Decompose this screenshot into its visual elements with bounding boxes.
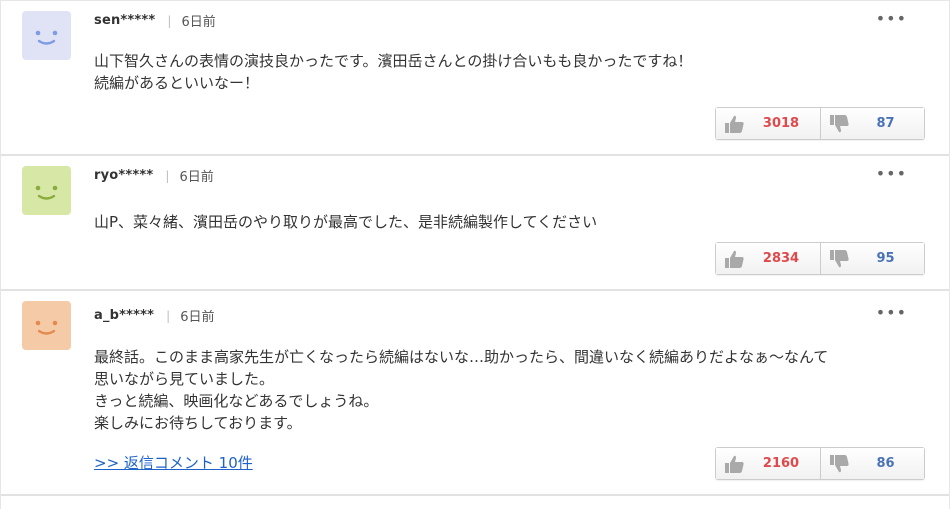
dislike-count: 87 [876, 116, 895, 131]
comment-header: sen***** | 6日前 [94, 11, 216, 30]
like-button[interactable]: 3018 [716, 108, 820, 139]
like-count: 3018 [762, 116, 800, 131]
more-options-icon[interactable]: ••• [876, 11, 907, 27]
header-separator: | [165, 168, 170, 183]
comment-text-line: 山下智久さんの表情の演技良かったです。濱田岳さんとの掛け合いもも良かったですね！ [94, 52, 693, 70]
avatar [22, 301, 71, 350]
comment-list: sen***** | 6日前 ••• 山下智久さんの表情の演技良かったです。濱田… [0, 0, 950, 509]
timestamp: 6日前 [180, 310, 215, 325]
like-count: 2834 [762, 251, 800, 266]
comment-text-line: 山P、菜々緒、濱田岳のやり取りが最高でした、是非続編製作してください [94, 213, 598, 231]
comment-text-line: きっと続編、映画化などあるでしょうね。 [94, 392, 379, 410]
like-button[interactable]: 2160 [716, 448, 820, 479]
comment-text-line: 思いながら見ていました。 [94, 370, 275, 388]
dislike-count: 95 [876, 251, 895, 266]
vote-buttons: 2160 86 [715, 447, 925, 480]
comment-item: sen***** | 6日前 ••• 山下智久さんの表情の演技良かったです。濱田… [1, 1, 949, 156]
timestamp: 6日前 [181, 15, 216, 30]
comment-body: 山P、菜々緒、濱田岳のやり取りが最高でした、是非続編製作してください [94, 211, 929, 233]
comment-text-line: 楽しみにお待ちしております。 [94, 414, 302, 432]
like-button[interactable]: 2834 [716, 243, 820, 274]
reply-comments-link[interactable]: >> 返信コメント 10件 [94, 452, 253, 473]
username[interactable]: a_b***** [94, 308, 154, 323]
header-separator: | [166, 308, 171, 323]
dislike-button[interactable]: 95 [820, 243, 924, 274]
avatar [22, 166, 71, 215]
vote-buttons: 2834 95 [715, 242, 925, 275]
header-separator: | [167, 13, 172, 28]
comment-header: ryo***** | 6日前 [94, 166, 214, 185]
more-options-icon[interactable]: ••• [876, 166, 907, 182]
comment-body: 山下智久さんの表情の演技良かったです。濱田岳さんとの掛け合いもも良かったですね！… [94, 50, 929, 94]
comment-text-line: 続編があるといいなー！ [94, 74, 260, 92]
comment-body: 最終話。このまま高家先生が亡くなったら続編はないな…助かったら、間違いなく続編あ… [94, 346, 929, 434]
dislike-count: 86 [876, 456, 895, 471]
dislike-button[interactable]: 87 [820, 108, 924, 139]
more-options-icon[interactable]: ••• [876, 305, 907, 321]
comment-text-line: 最終話。このまま高家先生が亡くなったら続編はないな…助かったら、間違いなく続編あ… [94, 348, 829, 366]
dislike-button[interactable]: 86 [820, 448, 924, 479]
username[interactable]: sen***** [94, 13, 155, 28]
timestamp: 6日前 [179, 170, 214, 185]
avatar [22, 11, 71, 60]
comment-item: ryo***** | 6日前 ••• 山P、菜々緒、濱田岳のやり取りが最高でした… [1, 156, 949, 291]
comment-header: a_b***** | 6日前 [94, 306, 215, 325]
like-count: 2160 [762, 456, 800, 471]
username[interactable]: ryo***** [94, 168, 153, 183]
comment-item: a_b***** | 6日前 ••• 最終話。このまま高家先生が亡くなったら続編… [1, 291, 949, 496]
vote-buttons: 3018 87 [715, 107, 925, 140]
